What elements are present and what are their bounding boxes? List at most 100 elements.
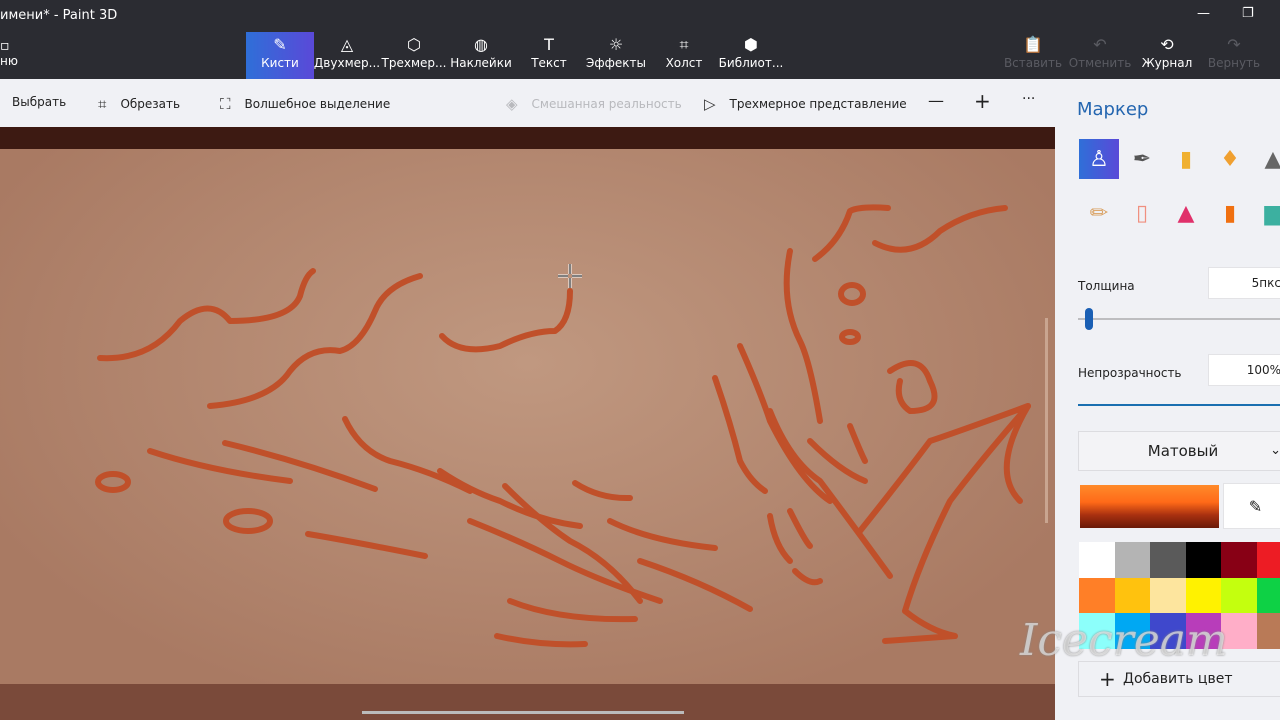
tab-label: Эффекты [586,56,646,70]
palette-swatch[interactable] [1114,542,1150,578]
history-button[interactable]: ⟲ Журнал [1133,32,1201,79]
canvas-bottom-band [0,684,1055,720]
vertical-scrollbar[interactable] [1045,318,1048,523]
tab-label: Холст [665,56,703,70]
palette-swatch[interactable] [1185,542,1221,578]
tab-stickers[interactable]: ◍ Наклейки [447,32,515,79]
action-label: Вставить [1003,56,1063,70]
current-color-swatch[interactable] [1080,485,1219,528]
tab-3d-shapes[interactable]: ⬡ Трехмер... [380,32,448,79]
3d-view-button[interactable]: ▷ Трехмерное представление [704,95,907,113]
brush-oil[interactable]: ▮ [1166,139,1206,179]
palette-swatch[interactable] [1256,613,1280,649]
sticker-icon: ◍ [474,35,488,54]
history-icon: ⟲ [1160,35,1174,54]
eraser-icon: ▯ [1135,200,1149,226]
palette-swatch[interactable] [1185,577,1221,613]
mixed-reality-label: Смешанная реальность [531,97,682,111]
select-button[interactable]: Выбрать [12,95,66,109]
action-label: Вернуть [1207,56,1261,70]
opacity-label: Непрозрачность [1078,366,1182,380]
brush-crayon[interactable]: ▲ [1166,193,1206,233]
brush-watercolor[interactable]: ♦ [1210,139,1250,179]
palette-swatch[interactable] [1221,577,1257,613]
magic-select-button[interactable]: ⛶ Волшебное выделение [220,95,390,113]
magic-select-label: Волшебное выделение [244,97,391,111]
oil-brush-icon: ▮ [1179,146,1193,172]
palette-swatch[interactable] [1221,542,1257,578]
minimize-icon[interactable]: — [1197,6,1210,21]
horizontal-scrollbar[interactable] [362,711,684,714]
tab-label: Наклейки [450,56,512,70]
opacity-slider[interactable] [1078,404,1280,406]
crayon-icon: ▲ [1177,200,1195,226]
3d-view-icon: ▷ [704,95,716,113]
add-color-label: Добавить цвет [1123,671,1233,687]
more-button[interactable]: ··· [1022,91,1035,107]
thickness-slider-thumb[interactable] [1085,308,1093,330]
drawing-canvas[interactable] [0,149,1055,684]
tab-canvas[interactable]: ⌗ Холст [650,32,718,79]
tab-brushes[interactable]: ✎ Кисти [246,32,314,79]
palette-swatch[interactable] [1114,577,1150,613]
palette-swatch[interactable] [1256,577,1280,613]
crop-button[interactable]: ⌗ Обрезать [98,95,180,113]
mixed-reality-button[interactable]: ◈ Смешанная реальность [506,95,682,113]
brush-fill[interactable]: ▆ [1253,193,1280,233]
tab-text[interactable]: T Текст [515,32,583,79]
zoom-out-icon: — [928,91,944,110]
window-title: имени* - Paint 3D [0,8,118,23]
paste-button[interactable]: 📋 Вставить [999,32,1067,79]
restore-icon[interactable]: ❐ [1242,6,1254,21]
chevron-down-icon: ⌄ [1270,443,1280,458]
palette-swatch[interactable] [1150,542,1186,578]
pencil-icon: ✏ [1089,200,1109,226]
canvas-icon: ⌗ [679,35,689,54]
opacity-input[interactable]: 100% [1208,354,1280,386]
shapes-2d-icon: ◬ [340,35,354,54]
thickness-input[interactable]: 5пкс [1208,267,1280,299]
3d-view-label: Трехмерное представление [729,97,907,111]
pixel-pen-icon: ▲ [1264,146,1280,172]
brush-spray-can[interactable]: ▮ [1210,193,1250,233]
tab-label: Трехмер... [381,56,447,70]
palette-swatch[interactable] [1256,542,1280,578]
text-icon: T [544,35,554,54]
brush-eraser[interactable]: ▯ [1122,193,1162,233]
thickness-slider[interactable] [1078,318,1280,320]
brush-pixel-pen[interactable]: ▲ [1253,139,1280,179]
watermark-logo: Icecream [1020,615,1228,666]
thickness-label: Толщина [1078,279,1135,293]
library-icon: ⬢ [744,35,758,54]
calligraphy-pen-icon: ✒ [1132,146,1152,172]
drawing-strokes [95,204,1031,648]
brush-calligraphy-pen[interactable]: ✒ [1122,139,1162,179]
finish-dropdown[interactable]: Матовый ⌄ [1078,431,1280,471]
redo-button[interactable]: ↷ Вернуть [1200,32,1268,79]
brush-marker[interactable]: ♙ [1079,139,1119,179]
brush-pencil[interactable]: ✏ [1079,193,1119,233]
undo-button[interactable]: ↶ Отменить [1066,32,1134,79]
zoom-out-button[interactable]: — [928,91,944,110]
effects-icon: ☼ [608,35,624,54]
action-label: Отменить [1068,56,1132,70]
eyedropper-button[interactable]: ✎ [1223,483,1280,529]
cube-icon: ⬡ [407,35,421,54]
mixed-reality-icon: ◈ [506,95,518,113]
tab-effects[interactable]: ☼ Эффекты [582,32,650,79]
zoom-in-button[interactable]: + [974,89,991,113]
tab-2d-shapes[interactable]: ◬ Двухмер... [313,32,381,79]
more-icon: ··· [1022,91,1036,107]
palette-swatch[interactable] [1079,542,1115,578]
toolbar: Выбрать ⌗ Обрезать ⛶ Волшебное выделение ◈… [0,79,1056,127]
palette-swatch[interactable] [1079,577,1115,613]
zoom-in-icon: + [974,89,991,113]
add-color-button[interactable]: + Добавить цвет [1078,661,1280,697]
tab-library[interactable]: ⬢ Библиот... [717,32,785,79]
palette-swatch[interactable] [1150,577,1186,613]
plus-icon: + [1099,667,1116,691]
action-label: Журнал [1141,56,1193,70]
tab-label: Кисти [261,56,299,70]
crosshair-cursor-icon [558,264,582,288]
crop-icon: ⌗ [98,95,107,113]
